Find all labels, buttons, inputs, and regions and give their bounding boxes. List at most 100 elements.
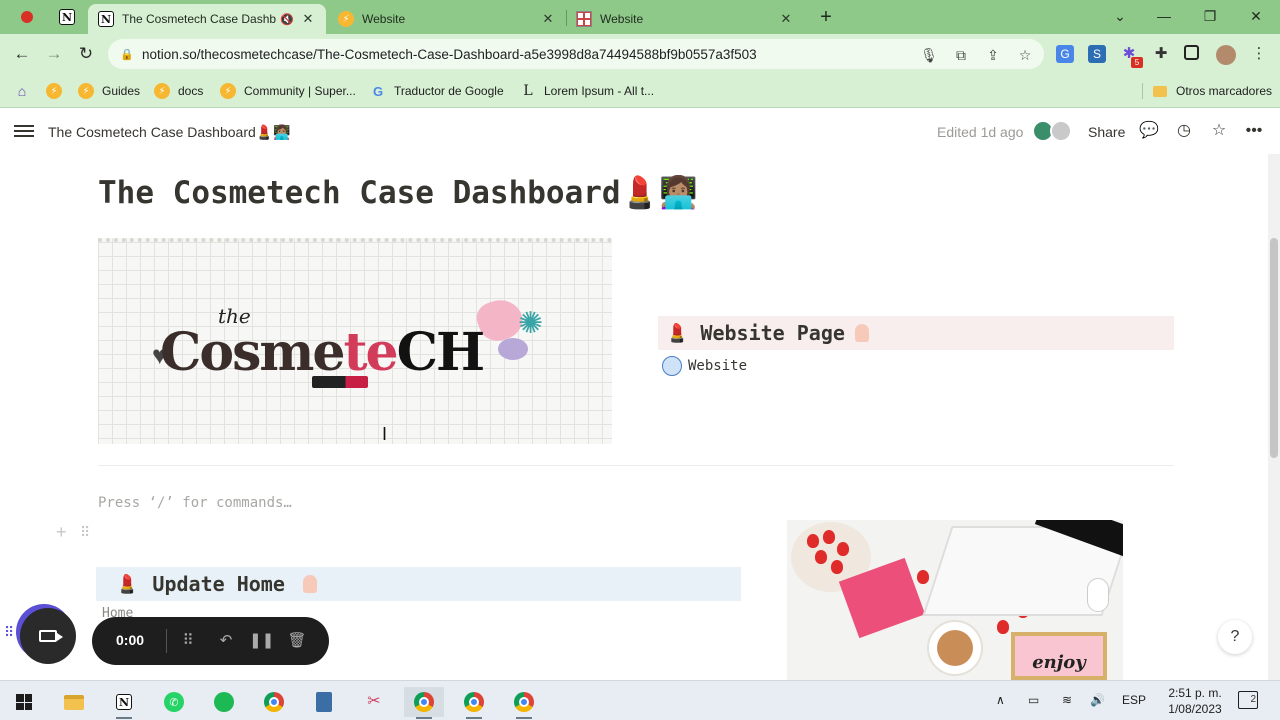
taskbar-chrome-profile-1[interactable] (404, 687, 444, 719)
close-tab-icon[interactable]: ✕ (300, 11, 316, 27)
bookmark-other-folder[interactable]: Otros marcadores (1152, 82, 1272, 100)
bookmark-home[interactable]: ⌂ (14, 82, 38, 100)
chrome-icon (264, 692, 284, 712)
share-page-icon[interactable]: ⇪ (984, 46, 1002, 64)
lipstick-emoji-icon: 💄 (116, 573, 139, 594)
record-dot-icon (21, 11, 33, 23)
tab-website-1[interactable]: ⚡ Website ✕ (328, 4, 566, 34)
bookmark-label: Guides (102, 84, 141, 98)
reload-icon[interactable]: ↻ (74, 42, 98, 66)
website-page-heading[interactable]: 💄 Website Page (658, 316, 1174, 350)
s-extension-icon[interactable]: S (1088, 45, 1106, 63)
new-tab-button[interactable]: + (814, 6, 838, 30)
bookmark-guides[interactable]: ⚡ Guides (78, 82, 140, 100)
address-bar[interactable]: 🔒 notion.so/thecosmetechcase/The-Cosmete… (108, 39, 1044, 69)
close-tab-icon[interactable]: ✕ (540, 11, 556, 27)
breadcrumb[interactable]: The Cosmetech Case Dashboard💄👩🏽‍💻 (48, 124, 291, 141)
taskbar-chrome-profile-2[interactable] (454, 687, 494, 719)
bookmark-label: docs (178, 84, 204, 98)
cosmetech-banner-image[interactable]: ✺ ♥ the CosmeteCH (98, 238, 612, 444)
tab-title: Website (362, 12, 406, 26)
back-arrow-icon[interactable]: ← (10, 42, 34, 66)
page-title[interactable]: The Cosmetech Case Dashboard💄👩🏽‍💻 (98, 174, 698, 211)
taskbar-calculator[interactable] (304, 687, 344, 717)
microphone-icon[interactable]: 🎙 (920, 46, 938, 64)
favorite-star-icon[interactable]: ☆ (1208, 120, 1230, 142)
recording-tab[interactable] (8, 4, 46, 30)
strawberry (815, 550, 827, 564)
recorder-controls: 0:00 ⠿ ↶ ❚❚ 🗑 (92, 617, 329, 665)
taskbar-file-explorer[interactable] (54, 687, 94, 717)
lipstick-decoration (312, 376, 368, 388)
tab-title: The Cosmetech Case Dashbo (122, 12, 277, 26)
edited-status[interactable]: Edited 1d ago (937, 124, 1023, 140)
recording-timer: 0:00 (116, 632, 145, 648)
restore-button[interactable]: ❐ (1188, 4, 1232, 28)
tab-search-chevron-icon[interactable]: ⌄ (1098, 4, 1142, 28)
drag-handle-icon[interactable]: ⠿ (80, 524, 90, 541)
comments-icon[interactable]: 💬 (1138, 120, 1160, 142)
network-icon[interactable]: ≋ (1062, 693, 1072, 707)
system-clock[interactable]: 2:51 p. m. 1/08/2023 (1160, 685, 1230, 717)
page-scrollbar[interactable] (1268, 154, 1280, 680)
chrome-menu-icon[interactable]: ⋮ (1250, 45, 1268, 63)
minimize-button[interactable]: — (1142, 4, 1186, 28)
coffee-cup (927, 620, 983, 676)
taskbar-snipping-tool[interactable]: ✂ (354, 687, 394, 717)
pause-icon[interactable]: ❚❚ (249, 629, 274, 653)
globe-decoration (498, 338, 528, 360)
close-window-button[interactable]: ✕ (1234, 4, 1278, 28)
lipstick-emoji-icon: 💄 (666, 322, 689, 343)
lock-icon[interactable]: 🔒 (120, 48, 134, 61)
start-button[interactable] (4, 687, 44, 717)
command-placeholder[interactable]: Press ‘/’ for commands… (98, 495, 292, 511)
extensions-puzzle-icon[interactable]: ✚ (1152, 45, 1170, 63)
taskbar-notion[interactable]: N (104, 687, 144, 719)
google-translate-extension-icon[interactable]: G (1056, 45, 1074, 63)
website-page-link[interactable]: Website (662, 356, 747, 376)
notification-center-button[interactable]: 2 (1238, 691, 1258, 709)
bookmark-lorem-ipsum[interactable]: L Lorem Ipsum - All t... (520, 82, 654, 100)
taskbar-chrome[interactable] (254, 687, 294, 717)
history-clock-icon[interactable]: ◷ (1173, 120, 1195, 142)
forward-arrow-icon[interactable]: → (42, 42, 66, 66)
mute-icon[interactable]: 🔇 (280, 13, 294, 26)
battery-icon[interactable]: ▭ (1028, 693, 1039, 707)
add-block-icon[interactable]: + (56, 522, 67, 543)
bookmark-community[interactable]: ⚡ Community | Super... (220, 82, 356, 100)
bookmark-translate[interactable]: G Traductor de Google (370, 82, 504, 100)
language-indicator[interactable]: ESP (1122, 693, 1146, 707)
share-button[interactable]: Share (1088, 124, 1125, 140)
bookmark-bolt[interactable]: ⚡ (46, 82, 70, 100)
strawberry (807, 534, 819, 548)
close-tab-icon[interactable]: ✕ (778, 11, 794, 27)
pinned-notion-tab[interactable]: N (48, 4, 86, 30)
sidebar-toggle-icon[interactable] (14, 122, 34, 140)
tab-cosmetech-dashboard[interactable]: N The Cosmetech Case Dashbo 🔇 ✕ (88, 4, 326, 34)
delete-trash-icon[interactable]: 🗑 (285, 629, 309, 653)
side-panel-icon[interactable] (1184, 45, 1199, 60)
notion-icon: N (116, 694, 132, 710)
profile-avatar[interactable] (1216, 45, 1236, 65)
update-home-heading[interactable]: 💄 Update Home (96, 567, 741, 601)
blocked-popup-icon[interactable]: ⧉ (952, 46, 970, 64)
recorder-camera-button[interactable] (20, 608, 76, 664)
avatar[interactable] (1050, 120, 1072, 142)
taskbar-whatsapp[interactable]: ✆ (154, 687, 194, 717)
recorder-drag-handle-icon[interactable]: ⠿ (4, 624, 14, 641)
draw-grid-icon[interactable]: ⠿ (176, 629, 200, 653)
taskbar-spotify[interactable] (204, 687, 244, 717)
bolt-icon: ⚡ (220, 83, 236, 99)
volume-icon[interactable]: 🔊 (1090, 693, 1105, 707)
more-options-icon[interactable]: ••• (1243, 120, 1265, 142)
url-text: notion.so/thecosmetechcase/The-Cosmetech… (142, 46, 757, 62)
help-button[interactable]: ? (1218, 620, 1252, 654)
bookmark-docs[interactable]: ⚡ docs (154, 82, 203, 100)
tab-website-2[interactable]: Website ✕ (566, 4, 804, 34)
undo-icon[interactable]: ↶ (214, 629, 238, 653)
bookmark-star-icon[interactable]: ☆ (1016, 46, 1034, 64)
scrollbar-thumb[interactable] (1270, 238, 1278, 458)
desk-flatlay-image[interactable]: enjoy (787, 520, 1123, 680)
show-hidden-icons-chevron-icon[interactable]: ∧ (996, 693, 1005, 707)
taskbar-chrome-profile-3[interactable] (504, 687, 544, 719)
